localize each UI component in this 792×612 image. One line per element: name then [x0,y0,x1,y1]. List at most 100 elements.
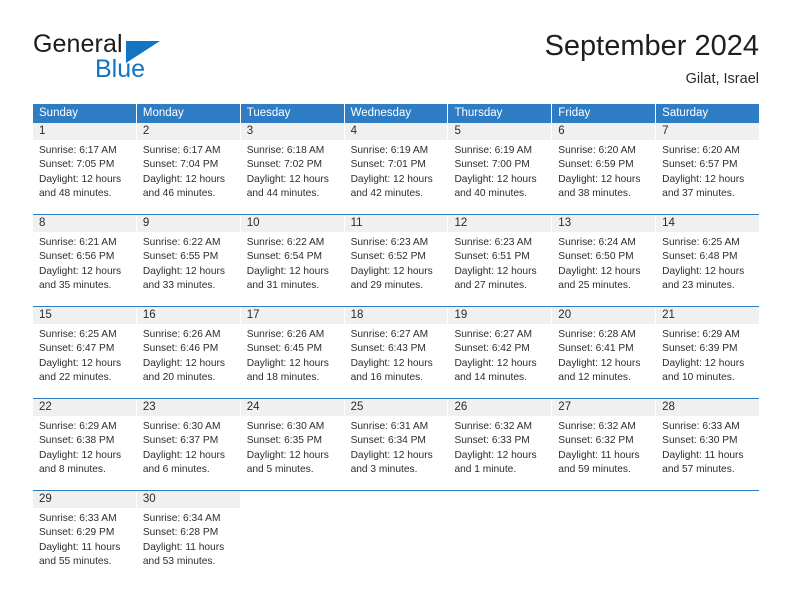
week-row: 22 Sunrise: 6:29 AM Sunset: 6:38 PM Dayl… [33,398,760,485]
daylight-text-line1: Daylight: 12 hours [662,357,745,369]
daylight-text-line1: Daylight: 11 hours [142,541,225,553]
day-cell[interactable]: 17 Sunrise: 6:26 AM Sunset: 6:45 PM Dayl… [240,307,344,393]
day-number: 12 [448,215,552,232]
sunset-text: Sunset: 7:00 PM [454,159,530,171]
day-number: 22 [33,399,136,416]
sunset-text: Sunset: 7:01 PM [350,159,426,171]
day-number: 28 [656,399,760,416]
sunrise-text: Sunrise: 6:30 AM [142,421,221,432]
day-number: 6 [552,123,656,140]
sunset-text: Sunset: 6:28 PM [142,527,219,539]
day-cell[interactable]: 6 Sunrise: 6:20 AM Sunset: 6:59 PM Dayli… [552,123,656,209]
sunrise-text: Sunrise: 6:29 AM [662,329,740,340]
day-cell[interactable]: 11 Sunrise: 6:23 AM Sunset: 6:52 PM Dayl… [344,215,448,301]
sunset-text: Sunset: 6:38 PM [39,435,115,447]
daylight-text-line2: and 27 minutes. [454,280,527,292]
daylight-text-line1: Daylight: 12 hours [246,173,329,185]
day-cell[interactable]: 10 Sunrise: 6:22 AM Sunset: 6:54 PM Dayl… [240,215,344,301]
day-cell[interactable]: 7 Sunrise: 6:20 AM Sunset: 6:57 PM Dayli… [656,123,760,209]
day-cell[interactable]: 25 Sunrise: 6:31 AM Sunset: 6:34 PM Dayl… [344,399,448,485]
day-cell[interactable]: 26 Sunrise: 6:32 AM Sunset: 6:33 PM Dayl… [448,399,552,485]
day-cell[interactable]: 18 Sunrise: 6:27 AM Sunset: 6:43 PM Dayl… [344,307,448,393]
day-cell[interactable]: 8 Sunrise: 6:21 AM Sunset: 6:56 PM Dayli… [33,215,136,301]
day-details: Sunrise: 6:30 AM Sunset: 6:37 PM Dayligh… [137,416,240,478]
day-cell[interactable]: 1 Sunrise: 6:17 AM Sunset: 7:05 PM Dayli… [33,123,136,209]
day-cell[interactable]: 9 Sunrise: 6:22 AM Sunset: 6:55 PM Dayli… [136,215,240,301]
sunrise-text: Sunrise: 6:17 AM [39,145,117,156]
day-cell[interactable]: 14 Sunrise: 6:25 AM Sunset: 6:48 PM Dayl… [656,215,760,301]
day-number: 16 [136,307,240,324]
page-header: General Blue September 2024 Gilat, Israe… [33,28,759,96]
day-cell[interactable]: 5 Sunrise: 6:19 AM Sunset: 7:00 PM Dayli… [448,123,552,209]
day-number: 19 [448,307,552,324]
sunrise-text: Sunrise: 6:25 AM [39,329,117,340]
day-cell[interactable]: 13 Sunrise: 6:24 AM Sunset: 6:50 PM Dayl… [552,215,656,301]
sunrise-text: Sunrise: 6:33 AM [39,513,117,524]
sunset-text: Sunset: 6:43 PM [350,343,426,355]
day-cell[interactable]: 4 Sunrise: 6:19 AM Sunset: 7:01 PM Dayli… [344,123,448,209]
daylight-text-line2: and 10 minutes. [662,372,735,384]
weekday-header-friday: Friday [552,104,656,123]
day-number: 23 [136,399,240,416]
day-details: Sunrise: 6:27 AM Sunset: 6:42 PM Dayligh… [448,324,551,386]
daylight-text-line1: Daylight: 12 hours [142,173,225,185]
daylight-text-line2: and 29 minutes. [350,280,424,292]
day-details: Sunrise: 6:23 AM Sunset: 6:51 PM Dayligh… [448,232,551,294]
day-cell[interactable]: 3 Sunrise: 6:18 AM Sunset: 7:02 PM Dayli… [240,123,344,209]
daylight-text-line1: Daylight: 11 hours [662,449,744,461]
day-cell[interactable]: 2 Sunrise: 6:17 AM Sunset: 7:04 PM Dayli… [136,123,240,209]
day-cell-empty [240,491,344,577]
day-cell[interactable]: 28 Sunrise: 6:33 AM Sunset: 6:30 PM Dayl… [656,399,760,485]
week-row: 8 Sunrise: 6:21 AM Sunset: 6:56 PM Dayli… [33,214,760,301]
day-number: 15 [33,307,136,324]
daylight-text-line2: and 38 minutes. [558,188,631,200]
weekday-header-row: Sunday Monday Tuesday Wednesday Thursday… [33,104,760,123]
sunrise-text: Sunrise: 6:19 AM [350,145,429,156]
sunrise-text: Sunrise: 6:27 AM [454,329,533,340]
daylight-text-line1: Daylight: 12 hours [39,449,122,461]
daylight-text-line1: Daylight: 12 hours [142,449,225,461]
day-cell[interactable]: 24 Sunrise: 6:30 AM Sunset: 6:35 PM Dayl… [240,399,344,485]
daylight-text-line1: Daylight: 12 hours [558,357,641,369]
sunset-text: Sunset: 6:56 PM [39,251,115,263]
sunset-text: Sunset: 6:33 PM [454,435,530,447]
day-cell[interactable]: 27 Sunrise: 6:32 AM Sunset: 6:32 PM Dayl… [552,399,656,485]
day-cell[interactable]: 16 Sunrise: 6:26 AM Sunset: 6:46 PM Dayl… [136,307,240,393]
daylight-text-line2: and 1 minute. [454,464,517,476]
day-cell[interactable]: 22 Sunrise: 6:29 AM Sunset: 6:38 PM Dayl… [33,399,136,485]
sunrise-text: Sunrise: 6:20 AM [662,145,740,156]
sunset-text: Sunset: 6:41 PM [558,343,634,355]
day-details: Sunrise: 6:22 AM Sunset: 6:54 PM Dayligh… [241,232,344,294]
sunset-text: Sunset: 6:37 PM [142,435,219,447]
sunrise-text: Sunrise: 6:32 AM [558,421,636,432]
day-cell[interactable]: 30 Sunrise: 6:34 AM Sunset: 6:28 PM Dayl… [136,491,240,577]
sunset-text: Sunset: 6:51 PM [454,251,530,263]
sunset-text: Sunset: 7:05 PM [39,159,115,171]
day-cell[interactable]: 15 Sunrise: 6:25 AM Sunset: 6:47 PM Dayl… [33,307,136,393]
daylight-text-line1: Daylight: 12 hours [662,173,745,185]
day-number: 11 [344,215,448,232]
day-details: Sunrise: 6:22 AM Sunset: 6:55 PM Dayligh… [137,232,240,294]
sunset-text: Sunset: 6:32 PM [558,435,634,447]
day-details: Sunrise: 6:32 AM Sunset: 6:32 PM Dayligh… [552,416,655,478]
day-cell[interactable]: 19 Sunrise: 6:27 AM Sunset: 6:42 PM Dayl… [448,307,552,393]
day-number [448,491,552,508]
day-number: 27 [552,399,656,416]
day-cell[interactable]: 29 Sunrise: 6:33 AM Sunset: 6:29 PM Dayl… [33,491,136,577]
sunrise-text: Sunrise: 6:30 AM [246,421,325,432]
day-cell[interactable]: 20 Sunrise: 6:28 AM Sunset: 6:41 PM Dayl… [552,307,656,393]
daylight-text-line2: and 20 minutes. [142,372,216,384]
day-number: 13 [552,215,656,232]
sunrise-text: Sunrise: 6:32 AM [454,421,533,432]
day-cell[interactable]: 21 Sunrise: 6:29 AM Sunset: 6:39 PM Dayl… [656,307,760,393]
day-cell[interactable]: 23 Sunrise: 6:30 AM Sunset: 6:37 PM Dayl… [136,399,240,485]
weekday-header-sunday: Sunday [33,104,136,123]
sunset-text: Sunset: 6:57 PM [662,159,738,171]
day-details: Sunrise: 6:17 AM Sunset: 7:04 PM Dayligh… [137,140,240,202]
daylight-text-line2: and 25 minutes. [558,280,631,292]
brand-logo[interactable]: General Blue [33,30,243,86]
day-cell[interactable]: 12 Sunrise: 6:23 AM Sunset: 6:51 PM Dayl… [448,215,552,301]
calendar-grid: Sunday Monday Tuesday Wednesday Thursday… [33,104,760,577]
day-number: 4 [344,123,448,140]
sunrise-text: Sunrise: 6:34 AM [142,513,221,524]
